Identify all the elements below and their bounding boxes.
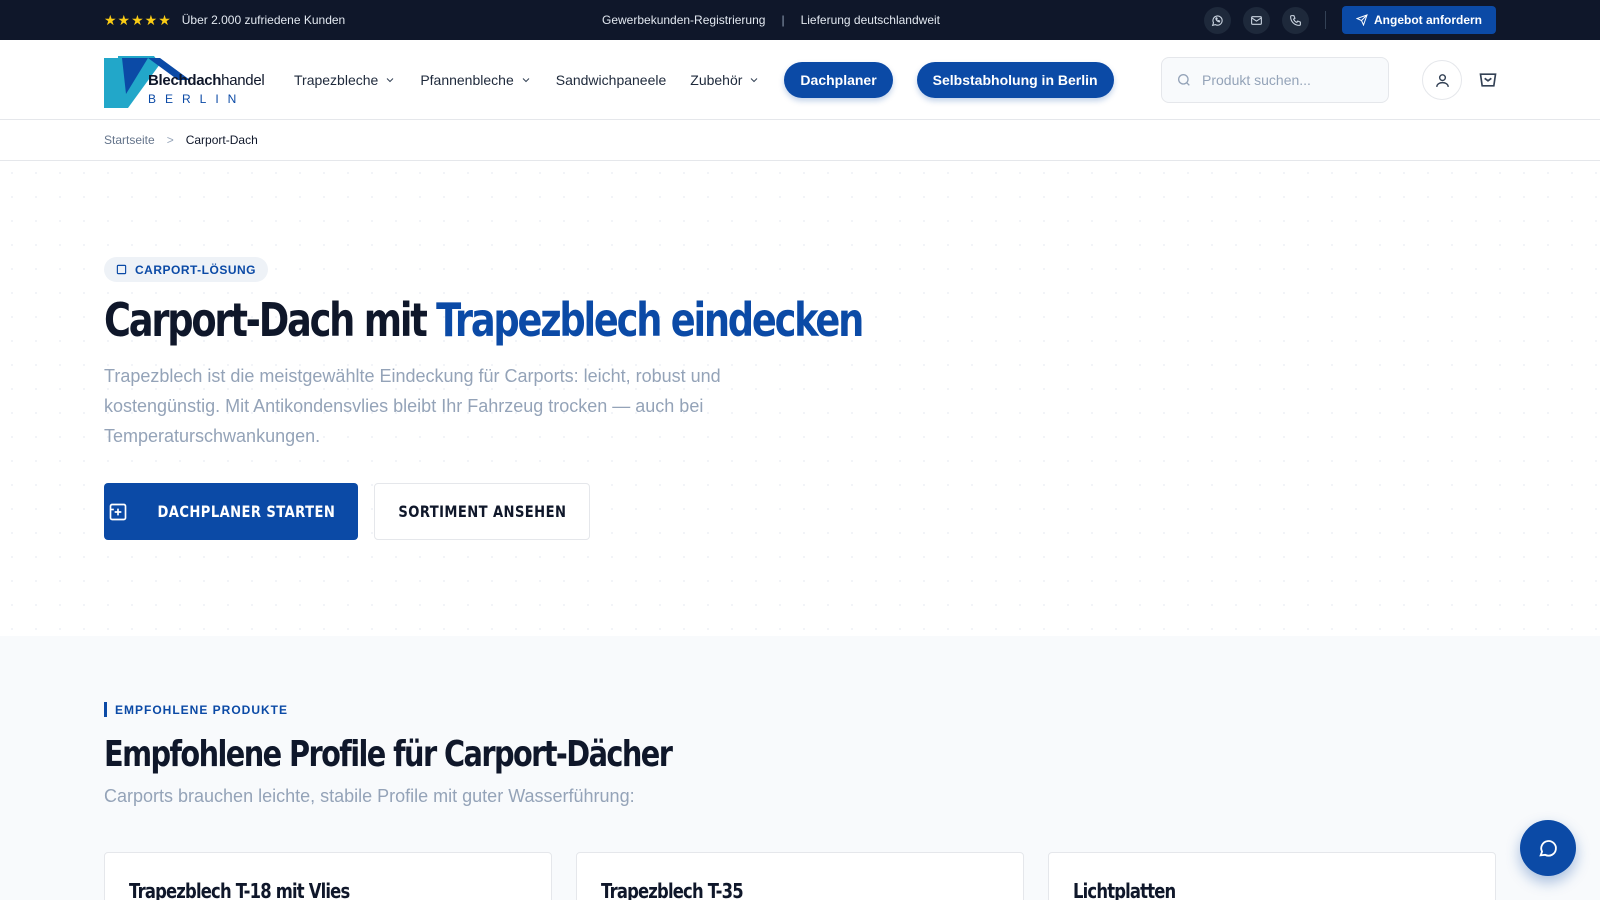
nav-item-sandwichpaneele[interactable]: Sandwichpaneele: [556, 72, 667, 88]
eyebrow-label: EMPFOHLENE PRODUKTE: [115, 702, 289, 717]
breadcrumb: Startseite > Carport-Dach: [0, 120, 1600, 161]
square-icon: [116, 264, 127, 275]
phone-icon: [1290, 14, 1301, 26]
view-assortment-label: SORTIMENT ANSEHEN: [398, 502, 566, 521]
badge-label: CARPORT-LÖSUNG: [135, 262, 256, 277]
rating-stars-icon: ★★★★★: [104, 11, 172, 28]
whatsapp-icon: [1211, 14, 1223, 26]
request-offer-button[interactable]: Angebot anfordern: [1342, 6, 1496, 34]
phone-button[interactable]: [1282, 6, 1309, 34]
product-search: [1161, 57, 1389, 103]
product-card[interactable]: Lichtplatten: [1048, 852, 1496, 900]
breadcrumb-separator-icon: >: [166, 133, 174, 147]
whatsapp-button[interactable]: [1204, 6, 1231, 34]
logo-wordmark-bold: Blechdach: [148, 71, 222, 89]
delivery-info-link[interactable]: Lieferung deutschlandweit: [801, 13, 940, 27]
chat-button[interactable]: [1520, 820, 1576, 876]
breadcrumb-current: Carport-Dach: [185, 133, 258, 147]
section-subtitle: Carports brauchen leichte, stabile Profi…: [104, 786, 635, 806]
start-roof-planner-label: DACHPLANER STARTEN: [157, 502, 335, 521]
search-input[interactable]: [1202, 72, 1372, 88]
nav-item-label: Pfannenbleche: [420, 71, 514, 88]
pickup-berlin-button[interactable]: Selbstabholung in Berlin: [916, 61, 1114, 98]
nav-item-label: Sandwichpaneele: [555, 71, 667, 88]
logo-wordmark: Blechdachhandel: [148, 71, 265, 89]
roof-planner-button[interactable]: Dachplaner: [784, 61, 893, 98]
recommended-products-section: EMPFOHLENE PRODUKTE Empfohlene Profile f…: [0, 636, 1600, 900]
chat-bubble-icon: [1539, 840, 1557, 857]
user-icon: [1435, 73, 1449, 87]
top-actions-divider: [1325, 11, 1326, 29]
business-registration-link[interactable]: Gewerbekunden-Registrierung: [602, 13, 765, 27]
chevron-down-icon: [751, 77, 758, 82]
chevron-down-icon: [386, 77, 394, 82]
search-icon: [1178, 74, 1190, 86]
main-header: Blechdachhandel BERLIN Trapezbleche Pfan…: [0, 40, 1600, 120]
eyebrow-bar: [104, 702, 107, 717]
chevron-down-icon: [522, 77, 530, 82]
hero-section: CARPORT-LÖSUNG Carport-Dach mit Trapezbl…: [0, 161, 1600, 637]
section-eyebrow: EMPFOHLENE PRODUKTE: [104, 702, 288, 717]
nav-item-label: Zubehör: [690, 71, 743, 88]
account-button[interactable]: [1422, 60, 1462, 100]
top-links: Gewerbekunden-Registrierung | Lieferung …: [602, 13, 940, 27]
hero-lead-text: Trapezblech ist die meistgewählte Eindec…: [104, 366, 721, 446]
product-card-title: Lichtplatten: [1073, 879, 1176, 900]
mail-button[interactable]: [1243, 6, 1270, 34]
product-card-title: Trapezblech T-35: [601, 879, 744, 900]
top-actions: Angebot anfordern: [1204, 6, 1496, 34]
logo-city: BERLIN: [148, 91, 246, 106]
product-card[interactable]: Trapezblech T-35: [576, 852, 1024, 900]
nav-item-label: Trapezbleche: [294, 71, 379, 88]
page-title-highlight: Trapezblech eindecken: [436, 293, 864, 347]
product-card-title: Trapezblech T-18 mit Vlies: [129, 879, 350, 900]
planner-icon: [109, 503, 126, 520]
page-title: Carport-Dach mit Trapezblech eindecken: [104, 293, 864, 347]
top-bar: ★★★★★ Über 2.000 zufriedene Kunden Gewer…: [0, 0, 1600, 40]
cart-icon: [1479, 73, 1497, 87]
breadcrumb-home-link[interactable]: Startseite: [104, 133, 155, 147]
view-assortment-button[interactable]: SORTIMENT ANSEHEN: [374, 483, 590, 540]
section-title: Empfohlene Profile für Carport-Dächer: [104, 734, 673, 775]
main-nav: Trapezbleche Pfannenbleche Sandwichpanee…: [294, 61, 1114, 98]
page-title-main: Carport-Dach mit: [104, 293, 437, 347]
top-links-divider: |: [781, 13, 785, 27]
start-roof-planner-button[interactable]: DACHPLANER STARTEN: [104, 483, 358, 540]
send-icon: [1356, 14, 1368, 26]
cart-button[interactable]: [1476, 68, 1500, 92]
carport-solution-badge: CARPORT-LÖSUNG: [104, 257, 268, 282]
rating-text: Über 2.000 zufriedene Kunden: [181, 13, 346, 27]
nav-item-zubehoer[interactable]: Zubehör: [690, 72, 760, 88]
product-card[interactable]: Trapezblech T-18 mit Vlies: [104, 852, 552, 900]
request-offer-label: Angebot anfordern: [1374, 13, 1482, 27]
rating: ★★★★★ Über 2.000 zufriedene Kunden: [104, 12, 345, 29]
logo-wordmark-light: handel: [221, 71, 265, 89]
nav-item-trapezbleche[interactable]: Trapezbleche: [294, 72, 396, 88]
site-logo[interactable]: Blechdachhandel BERLIN: [104, 52, 265, 108]
nav-item-pfannenbleche[interactable]: Pfannenbleche: [420, 72, 531, 88]
mail-icon: [1251, 15, 1262, 25]
